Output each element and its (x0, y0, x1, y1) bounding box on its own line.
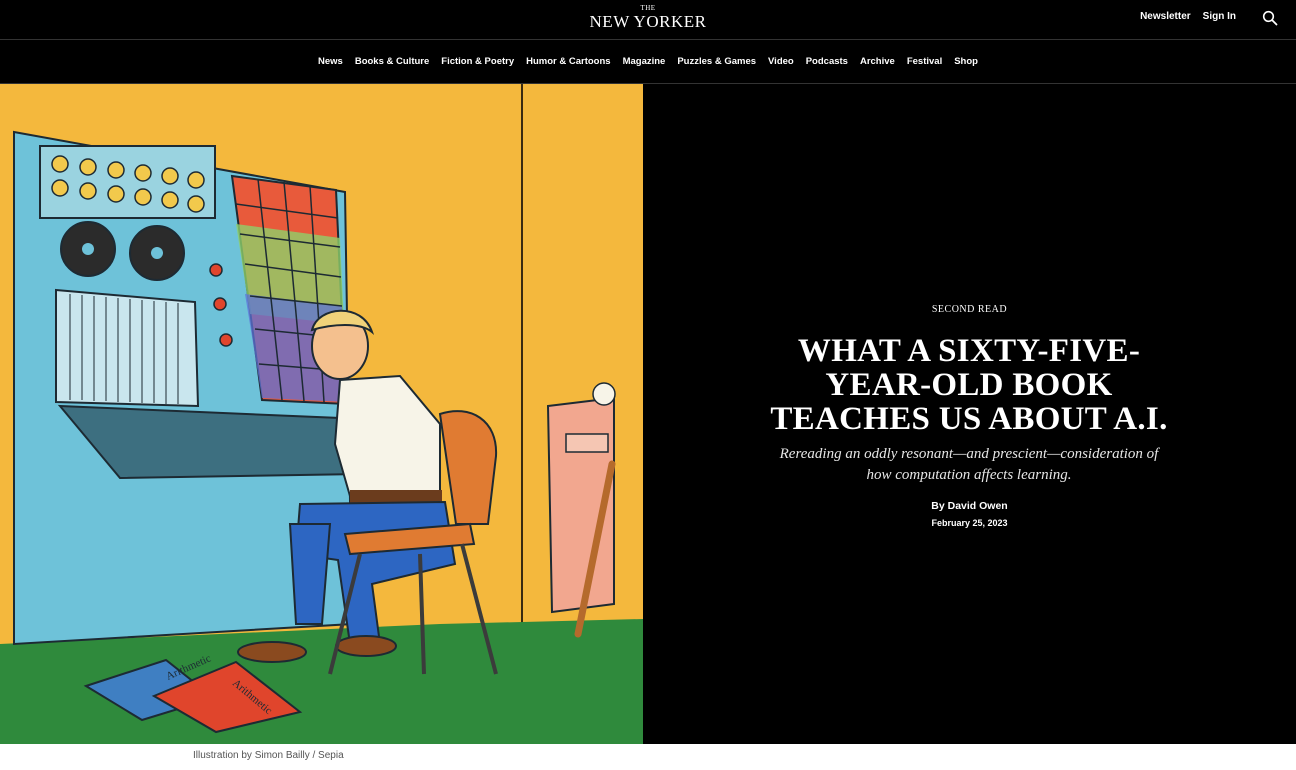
article-date: February 25, 2023 (931, 518, 1008, 528)
logo-the: THE (640, 4, 656, 12)
nav-item-video[interactable]: Video (768, 56, 794, 67)
top-links: Newsletter Sign In (1140, 11, 1236, 22)
illustration-scene: Arithmetic Arithmetic (0, 84, 643, 744)
hero-text-panel: Second Read What a Sixty-Five-Year-Old B… (643, 84, 1296, 744)
main-nav: News Books & Culture Fiction & Poetry Hu… (0, 40, 1296, 84)
nav-item-puzzles-games[interactable]: Puzzles & Games (677, 56, 756, 67)
article-byline[interactable]: By David Owen (643, 500, 1296, 512)
nav-item-shop[interactable]: Shop (954, 56, 978, 67)
nav-item-podcasts[interactable]: Podcasts (806, 56, 848, 67)
hero-illustration: Arithmetic Arithmetic (0, 84, 643, 744)
nav-item-humor-cartoons[interactable]: Humor & Cartoons (526, 56, 610, 67)
site-logo[interactable]: THE NEW YORKER (0, 4, 1296, 32)
illustration-caption: Illustration by Simon Bailly / Sepia (193, 750, 344, 761)
caption-strip: Illustration by Simon Bailly / Sepia (0, 744, 1296, 770)
nav-item-news[interactable]: News (318, 56, 343, 67)
top-bar: THE NEW YORKER Newsletter Sign In (0, 0, 1296, 40)
article-headline: What a Sixty-Five-Year-Old Book Teaches … (770, 333, 1168, 437)
nav-item-festival[interactable]: Festival (907, 56, 942, 67)
nav-item-archive[interactable]: Archive (860, 56, 895, 67)
article-rubric[interactable]: Second Read (643, 304, 1296, 315)
search-icon[interactable] (1262, 10, 1278, 26)
article-dek: Rereading an oddly resonant—and prescien… (779, 446, 1159, 483)
sign-in-link[interactable]: Sign In (1203, 11, 1236, 22)
nav-item-fiction-poetry[interactable]: Fiction & Poetry (441, 56, 514, 67)
nav-item-magazine[interactable]: Magazine (623, 56, 666, 67)
logo-name: NEW YORKER (589, 12, 707, 31)
nav-item-books-culture[interactable]: Books & Culture (355, 56, 429, 67)
newsletter-link[interactable]: Newsletter (1140, 11, 1191, 22)
